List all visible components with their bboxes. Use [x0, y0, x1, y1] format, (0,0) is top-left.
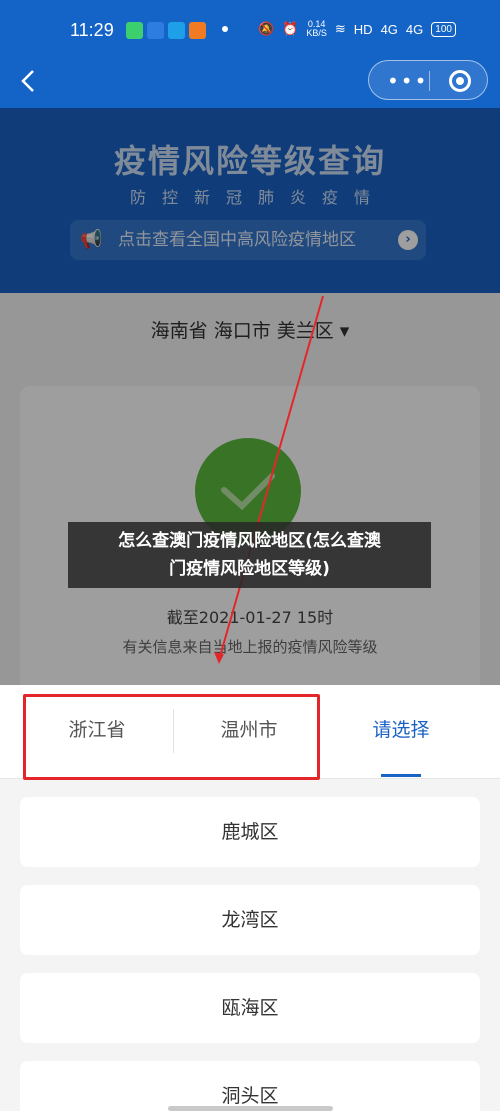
caption-line-2: 门疫情风险地区等级)	[169, 559, 330, 579]
caption-line-1: 怎么查澳门疫情风险地区(怎么查澳	[118, 531, 381, 551]
article-caption: 怎么查澳门疫情风险地区(怎么查澳 门疫情风险地区等级)	[68, 522, 431, 588]
